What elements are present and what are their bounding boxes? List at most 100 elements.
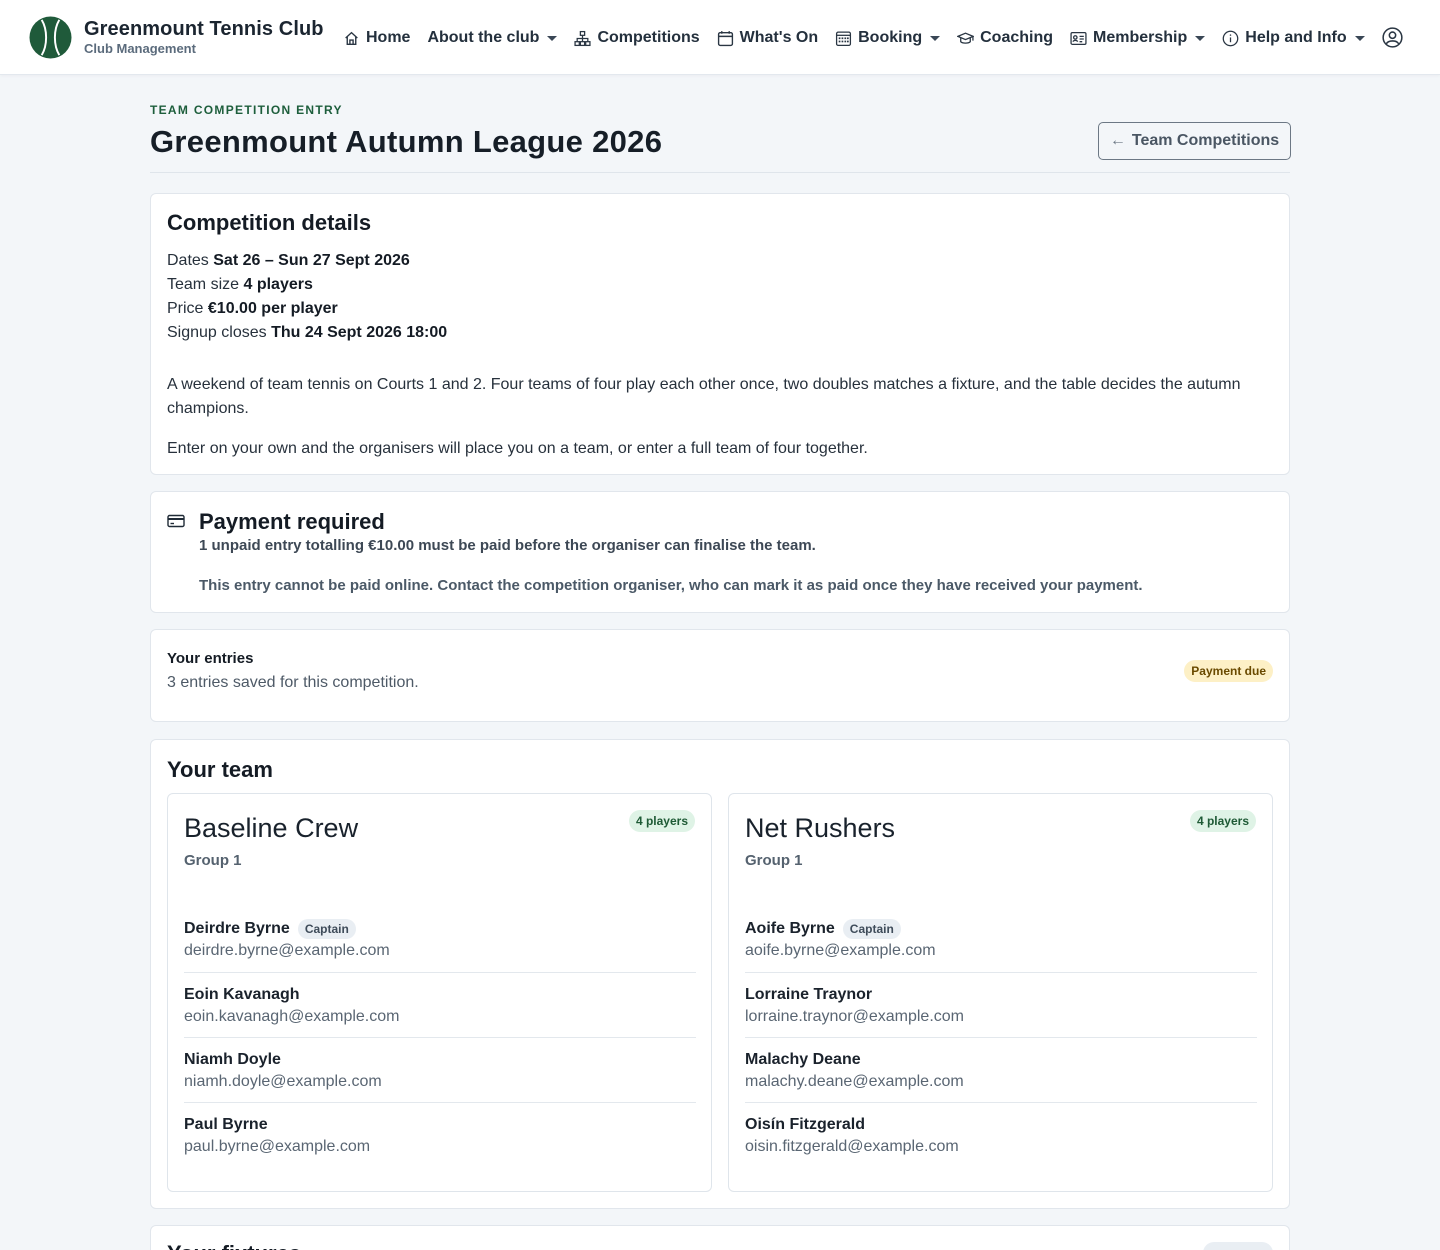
team-size-badge: 4 players — [628, 810, 695, 832]
brand-subtitle: Club Management — [84, 41, 196, 56]
team-size-badge: 4 players — [1189, 810, 1256, 832]
team-name: Net Rushers — [745, 813, 896, 843]
back-to-team-competitions-button[interactable]: ← Team Competitions — [1098, 122, 1291, 160]
member-email: malachy.deane@example.com — [745, 1073, 964, 1090]
grid-calendar-icon — [835, 30, 852, 47]
detail-value: 4 players — [243, 276, 313, 293]
member-email: eoin.kavanagh@example.com — [184, 1008, 400, 1025]
nav-about-label: About the club — [427, 29, 540, 46]
nav-whats-on[interactable]: What's On — [717, 29, 818, 47]
team-card-baseline-crew: Baseline Crew Group 1 4 players Deirdre … — [167, 793, 712, 1192]
brand[interactable]: Greenmount Tennis Club Club Management — [29, 16, 324, 59]
detail-row-team-size: Team size 4 players — [167, 273, 447, 297]
captain-badge: Captain — [297, 919, 356, 939]
home-icon — [343, 30, 360, 47]
nav-help[interactable]: Help and Info — [1222, 29, 1365, 47]
competition-description: A weekend of team tennis on Courts 1 and… — [167, 376, 1241, 417]
team-member: Paul Byrne paul.byrne@example.com — [184, 1103, 696, 1168]
header-divider — [150, 172, 1290, 173]
detail-label: Team size — [167, 276, 240, 293]
nav-membership[interactable]: Membership — [1070, 29, 1206, 47]
team-member: Lorraine Traynor lorraine.traynor@exampl… — [745, 973, 1257, 1038]
payment-unpaid-summary: 1 unpaid entry totalling €10.00 must be … — [199, 537, 816, 554]
team-group: Group 1 — [745, 852, 803, 869]
member-name: Paul Byrne — [184, 1116, 268, 1133]
brand-text: Greenmount Tennis Club Club Management — [84, 17, 324, 56]
member-name-row: Aoife Byrne Captain — [745, 918, 1257, 940]
nav-booking[interactable]: Booking — [835, 29, 941, 47]
team-member-list: Deirdre Byrne Captain deirdre.byrne@examp… — [184, 908, 696, 1168]
page-title: Greenmount Autumn League 2026 — [150, 124, 663, 159]
member-name: Aoife Byrne — [745, 920, 835, 937]
member-name: Niamh Doyle — [184, 1051, 281, 1068]
member-email: niamh.doyle@example.com — [184, 1073, 382, 1090]
member-email: lorraine.traynor@example.com — [745, 1008, 964, 1025]
your-team-title: Your team — [167, 757, 273, 782]
chevron-down-icon — [1195, 36, 1206, 41]
team-member: Eoin Kavanagh eoin.kavanagh@example.com — [184, 973, 696, 1038]
mortarboard-icon — [957, 30, 975, 47]
detail-label: Signup closes — [167, 324, 267, 341]
diagram-icon — [574, 30, 592, 47]
top-navbar: Greenmount Tennis Club Club Management H… — [0, 0, 1440, 75]
main-nav: Home About the club Competitions What's … — [343, 26, 1382, 50]
calendar-icon — [717, 30, 734, 47]
payment-required-title: Payment required — [199, 509, 385, 534]
user-account-icon[interactable] — [1382, 27, 1403, 48]
your-entries-card: Your entries 3 entries saved for this co… — [150, 629, 1290, 722]
nav-competitions[interactable]: Competitions — [574, 29, 700, 47]
detail-row-price: Price €10.00 per player — [167, 297, 447, 321]
arrow-left-icon: ← — [1109, 132, 1126, 149]
member-email: oisin.fitzgerald@example.com — [745, 1138, 959, 1155]
nav-home[interactable]: Home — [343, 29, 410, 47]
competition-details-list: Dates Sat 26 – Sun 27 Sept 2026 Team siz… — [167, 249, 447, 345]
member-email: deirdre.byrne@example.com — [184, 942, 390, 959]
chevron-down-icon — [547, 36, 558, 41]
chevron-down-icon — [930, 36, 941, 41]
member-name: Malachy Deane — [745, 1051, 861, 1068]
id-card-icon — [1070, 30, 1087, 47]
member-name-row: Deirdre Byrne Captain — [184, 918, 696, 940]
nav-whats-on-label: What's On — [739, 29, 819, 46]
chevron-down-icon — [1354, 36, 1365, 41]
detail-label: Dates — [167, 252, 209, 269]
competition-entry-note: Enter on your own and the organisers wil… — [167, 440, 868, 457]
member-email: aoife.byrne@example.com — [745, 942, 936, 959]
team-member-list: Aoife Byrne Captain aoife.byrne@example.c… — [745, 908, 1257, 1168]
competition-details-title: Competition details — [167, 210, 372, 235]
detail-row-dates: Dates Sat 26 – Sun 27 Sept 2026 — [167, 249, 447, 273]
team-group: Group 1 — [184, 852, 242, 869]
team-member: Malachy Deane malachy.deane@example.com — [745, 1038, 1257, 1103]
member-name: Deirdre Byrne — [184, 920, 290, 937]
your-entries-title: Your entries — [167, 650, 254, 667]
credit-card-icon — [167, 514, 185, 528]
captain-badge: Captain — [842, 919, 901, 939]
nav-membership-label: Membership — [1093, 29, 1188, 46]
nav-about[interactable]: About the club — [427, 29, 558, 47]
brand-name: Greenmount Tennis Club — [84, 18, 324, 40]
detail-value: €10.00 per player — [207, 300, 338, 317]
your-team-card: Your team Baseline Crew Group 1 4 player… — [150, 739, 1290, 1209]
back-button-label: Team Competitions — [1131, 132, 1280, 149]
tennis-ball-logo-icon — [29, 16, 72, 59]
payment-due-badge: Payment due — [1184, 660, 1273, 682]
detail-label: Price — [167, 300, 204, 317]
nav-booking-label: Booking — [858, 29, 923, 46]
info-icon — [1222, 30, 1239, 47]
team-name: Baseline Crew — [184, 813, 359, 843]
member-name: Lorraine Traynor — [745, 986, 873, 1003]
your-entries-subtitle: 3 entries saved for this competition. — [167, 674, 419, 691]
team-card-net-rushers: Net Rushers Group 1 4 players Aoife Byrn… — [728, 793, 1273, 1192]
payment-required-card: Payment required 1 unpaid entry totallin… — [150, 491, 1290, 613]
nav-coaching[interactable]: Coaching — [957, 29, 1053, 47]
fixtures-count-badge — [1203, 1242, 1273, 1250]
nav-coaching-label: Coaching — [980, 29, 1054, 46]
team-member: Oisín Fitzgerald oisin.fitzgerald@exampl… — [745, 1103, 1257, 1168]
detail-value: Thu 24 Sept 2026 18:00 — [271, 324, 448, 341]
nav-help-label: Help and Info — [1245, 29, 1347, 46]
team-member: Aoife Byrne Captain aoife.byrne@example.c… — [745, 908, 1257, 973]
member-name: Oisín Fitzgerald — [745, 1116, 866, 1133]
nav-competitions-label: Competitions — [597, 29, 700, 46]
detail-row-signup-closes: Signup closes Thu 24 Sept 2026 18:00 — [167, 321, 447, 345]
your-fixtures-title: Your fixtures — [167, 1241, 301, 1250]
